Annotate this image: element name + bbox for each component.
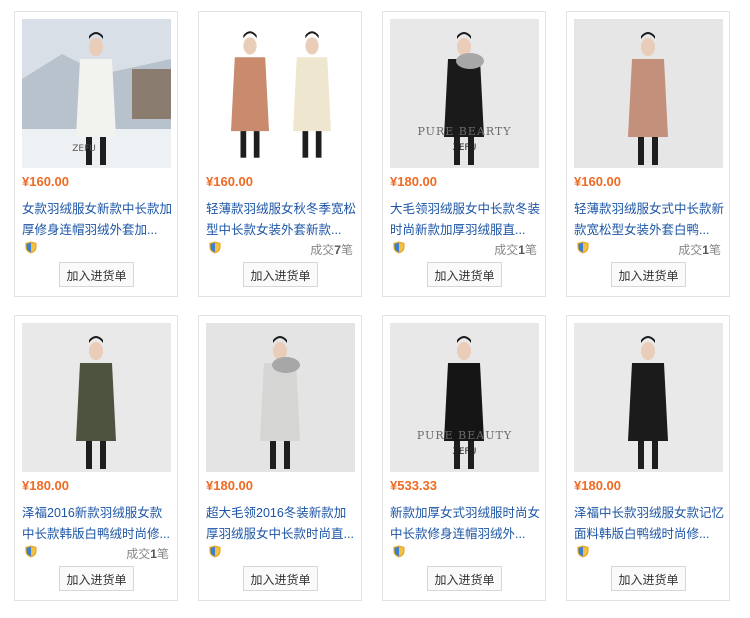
product-photo: PURE BEARTY ZEFU [390, 19, 539, 168]
add-to-purchase-list-button[interactable]: 加入进货单 [427, 262, 502, 287]
add-to-purchase-list-button[interactable]: 加入进货单 [243, 566, 318, 591]
product-title-link[interactable]: 轻薄款羽绒服女秋冬季宽松型中长款女装外套新款... [206, 199, 357, 241]
product-photo: PURE BEAUTY ZEFU [390, 323, 539, 472]
product-photo [574, 19, 723, 168]
deal-count: 成交1笔 [126, 545, 169, 562]
deal-count-number: 1 [150, 547, 157, 561]
product-price: ¥160.00 [574, 174, 621, 189]
deal-count-unit: 笔 [156, 547, 169, 561]
add-to-purchase-list-button[interactable]: 加入进货单 [427, 566, 502, 591]
product-grid: ZEFU ¥160.00 女款羽绒服女新款中长款加厚修身连帽羽绒外套加... 加入进货… [14, 11, 746, 611]
deal-count: 成交1笔 [678, 241, 721, 258]
deal-count-label: 成交 [126, 547, 151, 561]
add-to-purchase-list-button[interactable]: 加入进货单 [59, 262, 134, 287]
product-image-link[interactable]: ZEFU [22, 19, 171, 168]
product-price: ¥180.00 [390, 174, 437, 189]
deal-count: 成交1笔 [494, 241, 537, 258]
product-card: PURE BEARTY ZEFU ¥180.00 大毛领羽绒服女中长款冬装时尚新款加厚… [382, 11, 546, 297]
product-image-link[interactable]: PURE BEAUTY ZEFU [390, 323, 539, 472]
deal-count-label: 成交 [494, 243, 519, 257]
shield-icon[interactable] [209, 545, 221, 558]
deal-count-unit: 笔 [708, 243, 721, 257]
product-price: ¥160.00 [22, 174, 69, 189]
product-card: ¥180.00 超大毛领2016冬装新款加厚羽绒服女中长款时尚直... 加入进货单 [198, 315, 362, 601]
shield-icon[interactable] [577, 241, 589, 254]
product-photo [206, 323, 355, 472]
product-price: ¥180.00 [22, 478, 69, 493]
brand-watermark: PURE BEARTY [417, 125, 511, 138]
product-image-link[interactable] [574, 323, 723, 472]
brand-watermark: PURE BEAUTY [417, 429, 512, 442]
product-title-link[interactable]: 泽福2016新款羽绒服女款中长款韩版白鸭绒时尚修... [22, 503, 173, 545]
shield-icon[interactable] [393, 545, 405, 558]
photo-watermark: ZEFU [72, 144, 96, 154]
deal-count-label: 成交 [678, 243, 703, 257]
product-image-link[interactable]: PURE BEARTY ZEFU [390, 19, 539, 168]
product-image-link[interactable] [206, 19, 355, 168]
product-card: ¥160.00 轻薄款羽绒服女秋冬季宽松型中长款女装外套新款... 成交7笔 加入进货… [198, 11, 362, 297]
product-image-link[interactable] [206, 323, 355, 472]
deal-count: 成交7笔 [310, 241, 353, 258]
product-card: ZEFU ¥160.00 女款羽绒服女新款中长款加厚修身连帽羽绒外套加... 加入进货… [14, 11, 178, 297]
product-image-link[interactable] [574, 19, 723, 168]
photo-watermark: ZEFU [453, 447, 477, 457]
deal-count-unit: 笔 [524, 243, 537, 257]
product-title-link[interactable]: 大毛领羽绒服女中长款冬装时尚新款加厚羽绒服直... [390, 199, 541, 241]
shield-icon[interactable] [25, 241, 37, 254]
product-photo [22, 323, 171, 472]
product-title-link[interactable]: 轻薄款羽绒服女式中长款新款宽松型女装外套白鸭... [574, 199, 725, 241]
deal-count-number: 1 [702, 243, 709, 257]
product-title-link[interactable]: 女款羽绒服女新款中长款加厚修身连帽羽绒外套加... [22, 199, 173, 241]
product-card: ¥160.00 轻薄款羽绒服女式中长款新款宽松型女装外套白鸭... 成交1笔 加入进货… [566, 11, 730, 297]
add-to-purchase-list-button[interactable]: 加入进货单 [243, 262, 318, 287]
product-photo [206, 19, 355, 168]
deal-count-label: 成交 [310, 243, 335, 257]
product-title-link[interactable]: 新款加厚女式羽绒服时尚女中长款修身连帽羽绒外... [390, 503, 541, 545]
add-to-purchase-list-button[interactable]: 加入进货单 [611, 262, 686, 287]
photo-watermark: ZEFU [453, 143, 477, 153]
product-title-link[interactable]: 超大毛领2016冬装新款加厚羽绒服女中长款时尚直... [206, 503, 357, 545]
product-price: ¥533.33 [390, 478, 437, 493]
deal-count-unit: 笔 [340, 243, 353, 257]
product-title-link[interactable]: 泽福中长款羽绒服女款记忆面料韩版白鸭绒时尚修... [574, 503, 725, 545]
deal-count-number: 7 [334, 243, 341, 257]
shield-icon[interactable] [25, 545, 37, 558]
shield-icon[interactable] [209, 241, 221, 254]
shield-icon[interactable] [393, 241, 405, 254]
product-card: PURE BEAUTY ZEFU ¥533.33 新款加厚女式羽绒服时尚女中长款修身连… [382, 315, 546, 601]
product-image-link[interactable] [22, 323, 171, 472]
product-price: ¥180.00 [574, 478, 621, 493]
add-to-purchase-list-button[interactable]: 加入进货单 [59, 566, 134, 591]
add-to-purchase-list-button[interactable]: 加入进货单 [611, 566, 686, 591]
product-photo [574, 323, 723, 472]
product-price: ¥180.00 [206, 478, 253, 493]
product-photo: ZEFU [22, 19, 171, 168]
product-card: ¥180.00 泽福中长款羽绒服女款记忆面料韩版白鸭绒时尚修... 加入进货单 [566, 315, 730, 601]
deal-count-number: 1 [518, 243, 525, 257]
product-card: ¥180.00 泽福2016新款羽绒服女款中长款韩版白鸭绒时尚修... 成交1笔 加入… [14, 315, 178, 601]
product-price: ¥160.00 [206, 174, 253, 189]
shield-icon[interactable] [577, 545, 589, 558]
